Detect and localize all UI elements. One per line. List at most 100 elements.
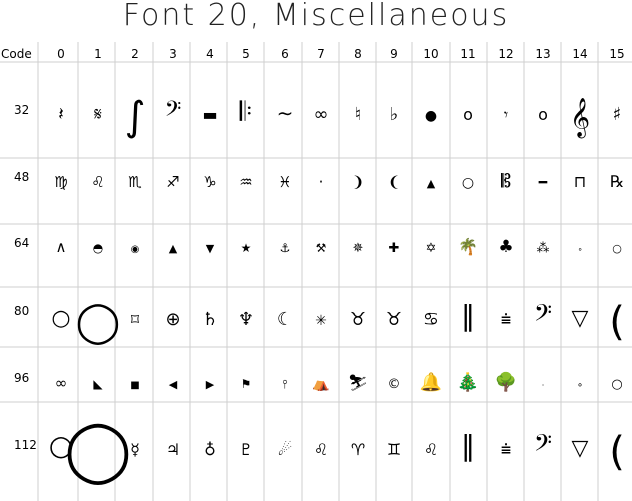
- column-header: 6: [281, 47, 289, 61]
- glyph-cell: ♓: [278, 173, 291, 191]
- column-header: 7: [317, 47, 325, 61]
- glyph-cell: ℞: [610, 172, 624, 191]
- glyph-cell: ♒: [239, 173, 252, 191]
- glyph-cell: ♭: [390, 104, 399, 125]
- glyph-cell: ‖: [461, 429, 475, 462]
- column-header: 13: [535, 47, 550, 61]
- row-code-label: 80: [14, 304, 29, 318]
- glyph-cell: ⛺: [312, 376, 329, 392]
- glyph-cell: ∼: [277, 101, 294, 125]
- glyph-cell: ⚓: [280, 241, 291, 255]
- glyph-cell: ⚑: [241, 377, 252, 391]
- column-header: 3: [169, 47, 177, 61]
- glyph-cell: ∘: [577, 380, 583, 391]
- column-header: 0: [57, 47, 65, 61]
- glyph-cell: 𝄡: [501, 171, 511, 192]
- row-code-label: 64: [14, 236, 29, 250]
- font-chart-grid: Code 0 1 2 3 4 5 6 7 8 9 10 11 12 13 14 1532 𝄽 𝄋 ∫ 𝄢 ▬ 𝄆 ∼ ∞ ♮ ♭ ● o…: [0, 42, 632, 501]
- glyph-cell: ▽: [572, 436, 589, 461]
- glyph-cell: ♯: [613, 104, 622, 125]
- column-header: 11: [460, 47, 475, 61]
- glyph-cell: 𝄢: [534, 429, 552, 462]
- glyph-cell: ✚: [389, 241, 400, 256]
- glyph-cell: ∫: [125, 94, 146, 140]
- glyph-cell: ‖: [461, 299, 475, 332]
- glyph-cell: ⊕: [165, 309, 180, 330]
- glyph-cell: ★: [241, 241, 252, 255]
- glyph-cell: (: [609, 429, 625, 475]
- glyph-cell: ·: [319, 173, 324, 191]
- glyph-cell: ○: [611, 377, 622, 392]
- glyph-cell: ♊: [387, 440, 401, 459]
- glyph-cell: 🌳: [495, 371, 517, 393]
- glyph-cell: ▬: [202, 105, 217, 124]
- row-code-label: 112: [14, 438, 37, 452]
- glyph-cell: ▲: [427, 177, 436, 190]
- glyph-cell: ○: [612, 242, 622, 255]
- column-header: 1: [94, 47, 102, 61]
- glyph-cell: ♉: [350, 309, 366, 330]
- glyph-cell: ▼: [206, 242, 215, 255]
- row-code-label: 32: [14, 103, 29, 117]
- glyph-cell: ·: [542, 381, 545, 390]
- glyph-cell: ♍: [54, 173, 67, 191]
- glyph-cell: ©: [388, 377, 401, 392]
- glyph-cell: ☿: [130, 440, 140, 459]
- glyph-cell: ∧: [56, 238, 67, 256]
- glyph-cell: ∘: [577, 245, 582, 254]
- glyph-cell: o: [538, 105, 548, 124]
- glyph-cell: ♇: [239, 440, 253, 459]
- glyph-cell: ◯: [64, 415, 131, 485]
- glyph-cell: ⩧: [501, 309, 512, 330]
- glyph-cell: ◣: [93, 377, 103, 391]
- glyph-cell: ♏: [128, 173, 142, 191]
- glyph-cell: ♈: [351, 440, 365, 459]
- glyph-cell: ◉: [131, 244, 140, 255]
- column-header: 15: [609, 47, 624, 61]
- glyph-cell: ▽: [572, 306, 589, 331]
- glyph-cell: ▲: [169, 242, 178, 255]
- glyph-cell: ✡: [426, 241, 437, 256]
- glyph-cell: ♮: [355, 104, 361, 125]
- glyph-cell: ◀: [169, 378, 178, 391]
- glyph-cell: ⛷: [348, 373, 368, 392]
- glyph-cell: 🔔: [420, 372, 442, 393]
- row-code-label: 96: [14, 371, 29, 385]
- glyph-cell: 𝄢: [534, 299, 552, 332]
- glyph-cell: 𝄆: [240, 97, 253, 127]
- glyph-cell: ⩧: [501, 439, 512, 460]
- glyph-cell: ♉: [386, 309, 402, 330]
- glyph-cell: ♐: [166, 173, 179, 191]
- glyph-cell: 🌴: [458, 237, 478, 256]
- glyph-cell: ♌: [314, 440, 328, 459]
- glyph-cell: ■: [130, 380, 139, 391]
- column-header: 10: [423, 47, 438, 61]
- glyph-cell: ◯: [76, 299, 121, 345]
- glyph-cell: ∞: [314, 104, 329, 125]
- glyph-cell: ♌: [424, 440, 438, 459]
- glyph-cell: ◓: [93, 241, 103, 255]
- glyph-cell: ⫯: [282, 377, 287, 391]
- glyph-cell: ⊓: [574, 172, 586, 191]
- glyph-cell: 𝄾: [504, 105, 508, 124]
- glyph-cell: 𝄋: [94, 104, 102, 125]
- glyph-cell: ☾: [277, 309, 293, 330]
- glyph-cell: ○: [51, 306, 70, 331]
- glyph-cell: ○: [462, 175, 474, 191]
- glyph-cell: o: [463, 105, 473, 124]
- glyph-cell: ⌑: [131, 310, 140, 329]
- glyph-cell: ♆: [238, 309, 254, 330]
- glyph-cell: ⁂: [537, 241, 550, 256]
- code-header: Code: [1, 47, 32, 61]
- column-header: 12: [498, 47, 513, 61]
- glyph-cell: ✵: [353, 241, 364, 256]
- glyph-cell: ∞: [55, 374, 68, 392]
- glyph-cell: ●: [425, 108, 437, 124]
- column-header: 2: [131, 47, 139, 61]
- row-code-label: 48: [14, 170, 29, 184]
- glyph-cell: 𝄢: [165, 97, 182, 127]
- column-header: 14: [572, 47, 587, 61]
- glyph-cell: 🎄: [457, 371, 479, 393]
- column-header: 8: [354, 47, 362, 61]
- glyph-cell: ⚒: [316, 241, 327, 255]
